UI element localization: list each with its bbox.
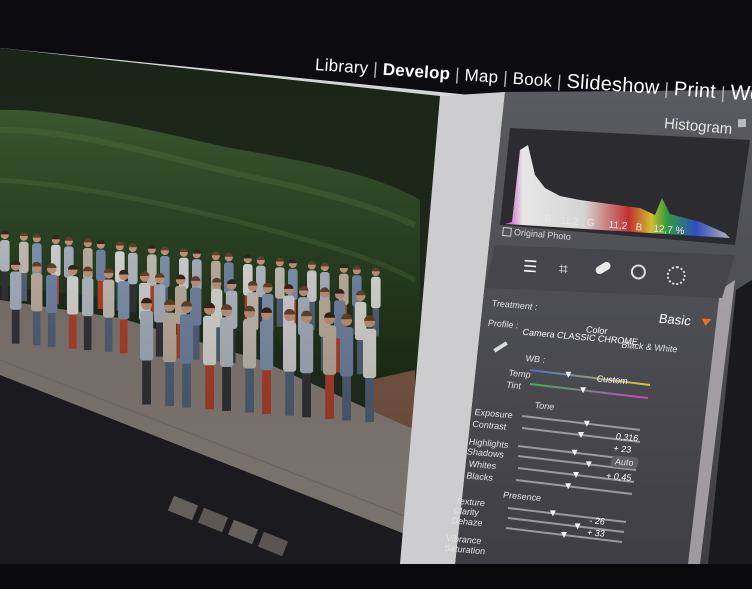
- presence-label: Presence: [502, 489, 543, 504]
- treatment-label: Treatment :: [490, 298, 539, 312]
- blacks-label: Blacks: [465, 470, 494, 483]
- profile-label: Profile :: [487, 317, 520, 331]
- contrast-label: Contrast: [471, 418, 508, 432]
- module-separator: |: [454, 64, 461, 85]
- crop-icon[interactable]: ⌗: [558, 259, 568, 280]
- eyedropper-icon[interactable]: [493, 341, 508, 353]
- module-separator: |: [556, 71, 563, 92]
- module-develop[interactable]: Develop: [382, 60, 451, 84]
- checkbox-icon[interactable]: [502, 227, 512, 237]
- auto-button[interactable]: Auto: [609, 455, 639, 470]
- module-slideshow[interactable]: Slideshow: [566, 71, 660, 99]
- module-book[interactable]: Book: [512, 69, 553, 91]
- module-separator: |: [502, 68, 509, 88]
- wb-label: WB :: [524, 353, 547, 365]
- tone-label: Tone: [533, 400, 556, 412]
- g-value: 11,2: [608, 219, 628, 233]
- r-label: R: [544, 214, 553, 226]
- module-print[interactable]: Print: [673, 78, 717, 103]
- temp-label: Temp: [507, 367, 532, 380]
- module-library[interactable]: Library: [314, 55, 369, 78]
- module-separator: |: [720, 83, 727, 103]
- clarity-value[interactable]: + 33: [586, 527, 606, 538]
- shadows-label: Shadows: [466, 446, 505, 460]
- module-web[interactable]: Web: [730, 81, 752, 107]
- sliders-icon[interactable]: ☰: [522, 256, 538, 276]
- g-label: G: [586, 217, 596, 230]
- redeye-icon[interactable]: [630, 263, 647, 280]
- panel-collapse-icon[interactable]: [700, 318, 712, 327]
- whites-label: Whites: [467, 458, 498, 471]
- shadows-value[interactable]: + 0,45: [605, 471, 632, 483]
- r-value: 11,2: [559, 215, 580, 228]
- contrast-value[interactable]: + 23: [613, 443, 633, 454]
- module-separator: |: [663, 79, 670, 99]
- photo-scene: Library | Develop | Map | Book | Slidesh…: [0, 0, 752, 564]
- module-separator: |: [372, 59, 379, 79]
- dehaze-label: Dehaze: [450, 515, 484, 528]
- module-map[interactable]: Map: [464, 65, 499, 86]
- exposure-label: Exposure: [473, 407, 514, 421]
- texture-value[interactable]: - 26: [588, 515, 605, 526]
- b-label: B: [635, 221, 643, 234]
- exposure-value[interactable]: 0,316: [615, 431, 639, 443]
- basic-panel-title[interactable]: Basic: [658, 311, 693, 329]
- wb-dropdown[interactable]: Custom: [596, 374, 629, 387]
- tint-label: Tint: [505, 379, 522, 391]
- healing-icon[interactable]: [594, 260, 613, 276]
- masking-icon[interactable]: [666, 265, 687, 286]
- profile-dropdown[interactable]: Camera CLASSIC CHROME: [522, 327, 639, 347]
